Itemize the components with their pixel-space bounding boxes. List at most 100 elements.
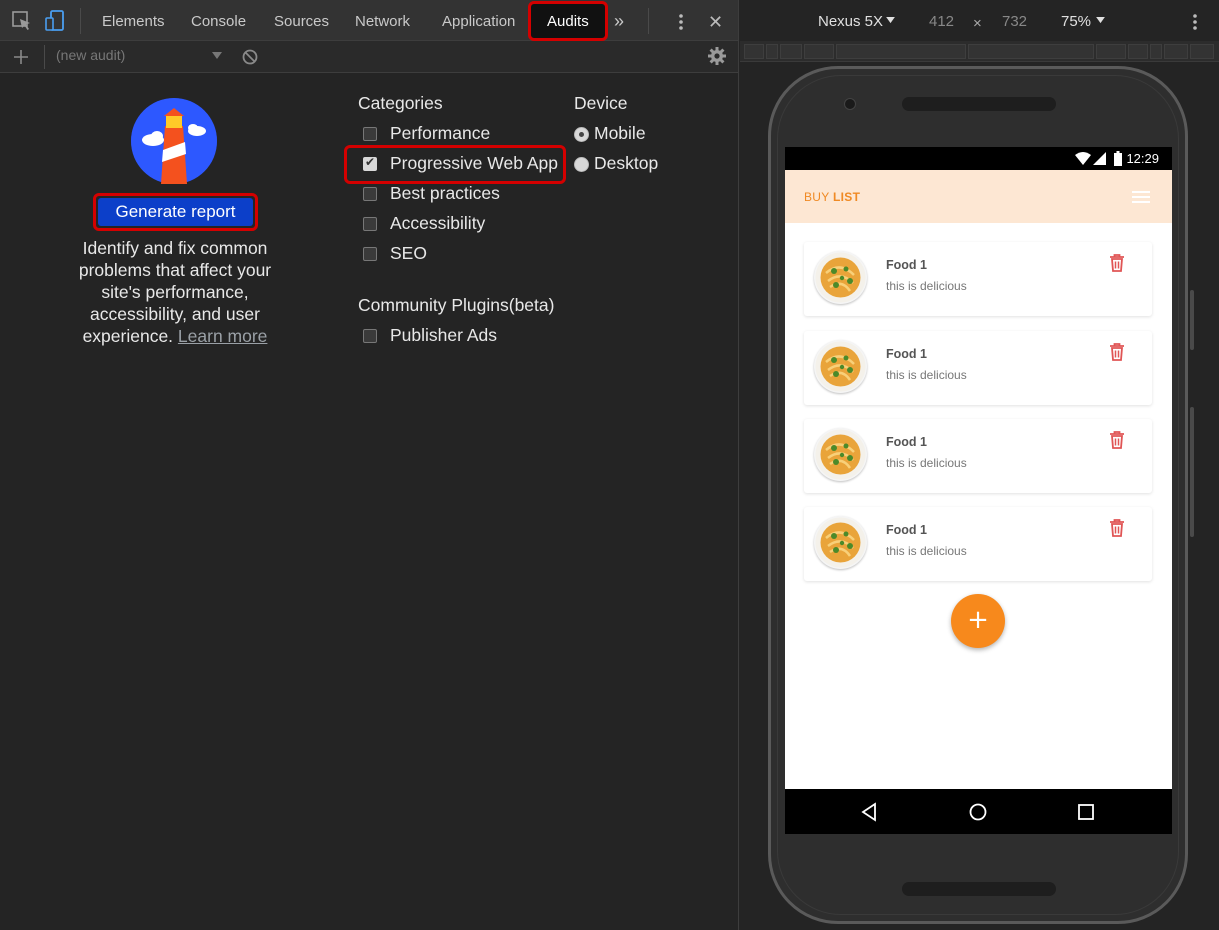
list-item[interactable]: Food 1 this is delicious [804, 242, 1152, 316]
add-item-button[interactable]: + [951, 594, 1005, 648]
food-image [814, 251, 867, 304]
speaker-top [902, 97, 1056, 111]
category-label: SEO [390, 243, 427, 263]
radio-selected[interactable] [574, 127, 589, 142]
android-status-bar: 12:29 [785, 147, 1172, 170]
generate-report-highlight: Generate report [93, 193, 258, 231]
ruler-segment[interactable] [1164, 44, 1188, 59]
speaker-bottom [902, 882, 1056, 896]
learn-more-link[interactable]: Learn more [178, 326, 268, 346]
tab-network[interactable]: Network [355, 0, 410, 41]
device-toolbar-icon[interactable] [44, 10, 66, 32]
plugins-title: Community Plugins(beta) [358, 295, 555, 315]
ruler-segment[interactable] [1128, 44, 1148, 59]
height-input[interactable]: 732 [1002, 13, 1027, 30]
more-tabs-icon[interactable]: » [614, 0, 624, 41]
plugin-label: Publisher Ads [390, 325, 498, 345]
wifi-icon [1075, 152, 1091, 165]
checkbox[interactable] [363, 217, 377, 231]
signal-icon [1093, 152, 1106, 165]
toolbar-divider [80, 8, 81, 34]
list-item[interactable]: Food 1 this is delicious [804, 331, 1152, 405]
ruler-segment[interactable] [1096, 44, 1126, 59]
item-description: this is delicious [886, 368, 967, 382]
width-input[interactable]: 412 [929, 13, 954, 30]
toolbar-divider [44, 45, 45, 69]
item-description: this is delicious [886, 456, 967, 470]
camera-icon [844, 98, 856, 110]
app-title: BUY LIST [804, 190, 860, 204]
back-icon[interactable] [858, 801, 880, 823]
audits-toolbar: (new audit) [0, 41, 738, 73]
hamburger-menu-icon[interactable] [1132, 191, 1150, 204]
ruler-segment[interactable] [836, 44, 966, 59]
devtools-panel: Elements Console Sources Network Applica… [0, 0, 739, 930]
checkbox[interactable] [363, 247, 377, 261]
close-icon[interactable]: ✕ [708, 0, 723, 41]
delete-trash-icon[interactable] [1109, 519, 1125, 537]
tab-application[interactable]: Application [442, 0, 515, 41]
delete-trash-icon[interactable] [1109, 254, 1125, 272]
item-description: this is delicious [886, 544, 967, 558]
inspect-element-icon[interactable] [11, 10, 33, 32]
status-time: 12:29 [1126, 151, 1159, 166]
tab-console[interactable]: Console [191, 0, 246, 41]
ruler-segment[interactable] [780, 44, 802, 59]
toolbar-divider [648, 8, 649, 34]
ruler-segment[interactable] [1190, 44, 1214, 59]
device-label: Desktop [594, 153, 659, 173]
device-title: Device [574, 93, 628, 113]
app-title-list: LIST [833, 190, 861, 204]
app-title-buy: BUY [804, 190, 830, 204]
category-label: Performance [390, 123, 491, 143]
item-name: Food 1 [886, 347, 927, 361]
volume-button [1190, 407, 1194, 537]
food-image [814, 516, 867, 569]
checkbox-checked[interactable] [363, 155, 377, 171]
device-emulation-bar: Nexus 5X 412 × 732 75% [740, 0, 1219, 41]
device-label: Mobile [594, 123, 646, 143]
tab-audits[interactable]: Audits [547, 0, 589, 41]
list-item[interactable]: Food 1 this is delicious [804, 507, 1152, 581]
item-description: this is delicious [886, 279, 967, 293]
device-select[interactable]: Nexus 5X [818, 13, 883, 30]
item-name: Food 1 [886, 435, 927, 449]
tab-sources[interactable]: Sources [274, 0, 329, 41]
chevron-down-icon[interactable] [886, 17, 895, 24]
ruler-segment[interactable] [968, 44, 1094, 59]
battery-icon [1114, 151, 1122, 166]
delete-trash-icon[interactable] [1109, 343, 1125, 361]
recents-icon[interactable] [1075, 801, 1097, 823]
delete-trash-icon[interactable] [1109, 431, 1125, 449]
checkbox[interactable] [363, 127, 377, 141]
ruler-segment[interactable] [1150, 44, 1162, 59]
zoom-select[interactable]: 75% [1061, 13, 1091, 30]
add-audit-icon[interactable] [12, 48, 30, 66]
food-image [814, 428, 867, 481]
generate-report-button[interactable]: Generate report [98, 198, 253, 226]
settings-gear-icon[interactable] [707, 46, 727, 66]
tab-elements[interactable]: Elements [102, 0, 165, 41]
kebab-menu-icon[interactable] [677, 13, 685, 31]
chevron-down-icon[interactable] [212, 52, 222, 60]
power-button [1190, 290, 1194, 350]
list-item[interactable]: Food 1 this is delicious [804, 419, 1152, 493]
app-header: BUY LIST [785, 170, 1172, 223]
ruler-segment[interactable] [766, 44, 778, 59]
ruler-segment[interactable] [804, 44, 834, 59]
audits-description: Identify and fix common problems that af… [70, 237, 280, 347]
lighthouse-logo [131, 98, 217, 184]
checkbox[interactable] [363, 329, 377, 343]
checkbox[interactable] [363, 187, 377, 201]
radio[interactable] [574, 157, 589, 172]
ruler-segment[interactable] [744, 44, 764, 59]
audit-select[interactable]: (new audit) [56, 47, 226, 67]
kebab-menu-icon[interactable] [1191, 13, 1199, 31]
food-image [814, 340, 867, 393]
home-icon[interactable] [967, 801, 989, 823]
category-label: Best practices [390, 183, 500, 203]
media-query-ruler[interactable] [740, 41, 1219, 62]
category-label: Accessibility [390, 213, 486, 233]
clear-icon[interactable] [241, 48, 259, 66]
chevron-down-icon[interactable] [1096, 17, 1105, 24]
